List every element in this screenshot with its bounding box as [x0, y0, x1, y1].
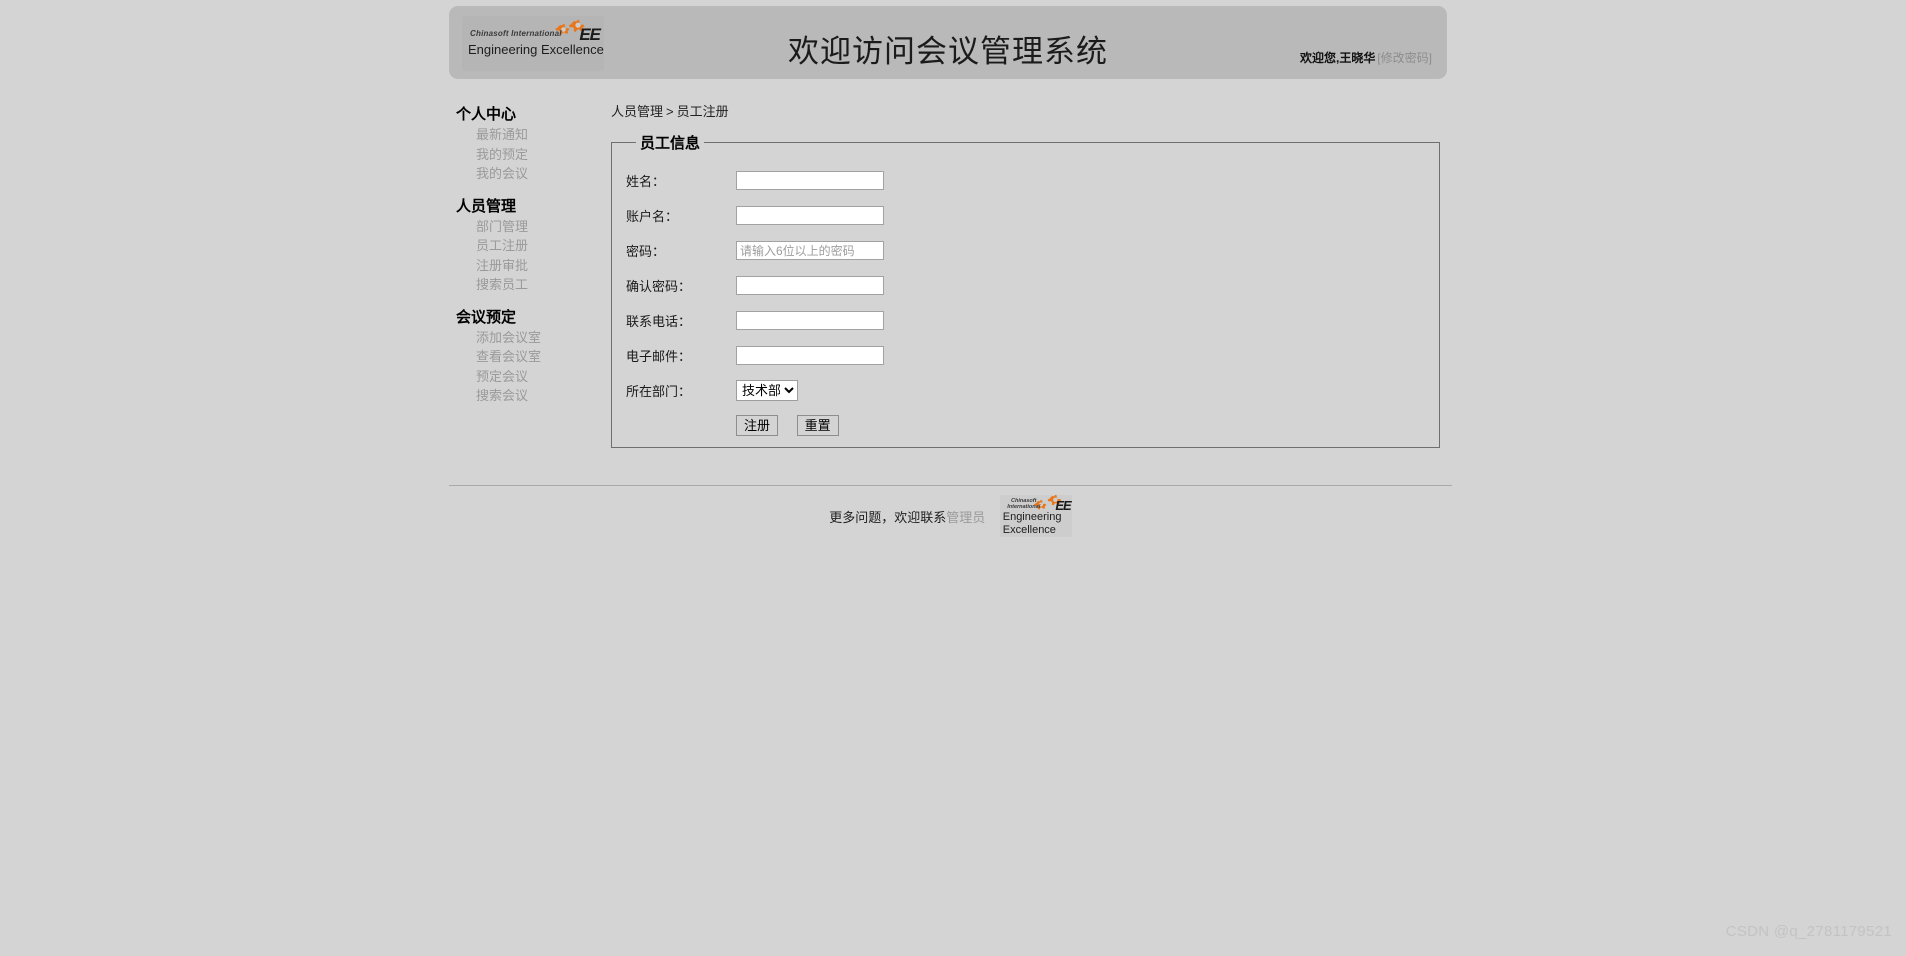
actions-spacer — [626, 408, 736, 443]
nav-group-title: 人员管理 — [456, 197, 517, 215]
sidebar-nav: 个人中心 最新通知 我的预定 我的会议 人员管理 部门管理 员工注册 注册审批 … — [440, 104, 555, 418]
footer-logo-line1: Chinasoft International — [1004, 498, 1044, 510]
csdn-watermark: CSDN @q_2781179521 — [1725, 923, 1892, 940]
sidebar-item-my-meetings[interactable]: 我的会议 — [440, 164, 555, 184]
form-row-account: 账户名： — [626, 198, 1036, 233]
site-header: EE Chinasoft International Engineering E… — [449, 6, 1447, 79]
phone-input[interactable] — [736, 311, 884, 330]
sidebar-item-add-room[interactable]: 添加会议室 — [440, 328, 555, 348]
admin-contact-link[interactable]: 管理员 — [946, 510, 985, 525]
footer-logo-name: Engineering Excellence — [1003, 511, 1062, 536]
nav-group-personnel: 人员管理 部门管理 员工注册 注册审批 搜索员工 — [440, 196, 555, 295]
employee-info-fieldset: 员工信息 姓名： 账户名： 密码： 请输入6位以上的密码 确认密码： 联系电话：… — [611, 132, 1440, 448]
sidebar-item-search-meeting[interactable]: 搜索会议 — [440, 386, 555, 406]
form-row-password: 密码： — [626, 233, 1036, 268]
welcome-user-text: 欢迎您,王晓华 — [1299, 51, 1376, 65]
footer-logo-line1b: International — [1007, 504, 1041, 510]
form-row-department: 所在部门： 技术部 — [626, 373, 1036, 408]
nav-group-title: 个人中心 — [456, 106, 517, 123]
account-label: 账户名： — [626, 209, 679, 224]
footer-logo: EE Chinasoft International Engineering Exc… — [999, 495, 1072, 537]
site-footer: 更多问题，欢迎联系管理员 EE Chinasoft International E… — [449, 495, 1452, 555]
sidebar-item-search-employee[interactable]: 搜索员工 — [440, 275, 555, 295]
confirm-password-input[interactable] — [736, 276, 884, 295]
confirm-password-label: 确认密码： — [626, 279, 692, 294]
change-password-link[interactable]: [修改密码] — [1377, 51, 1432, 65]
sidebar-item-department-manage[interactable]: 部门管理 — [440, 217, 555, 237]
registration-form: 姓名： 账户名： 密码： 请输入6位以上的密码 确认密码： 联系电话： 电子邮件… — [626, 163, 1036, 443]
password-input[interactable] — [736, 241, 884, 260]
email-label: 电子邮件： — [626, 349, 692, 364]
name-input[interactable] — [736, 171, 884, 190]
nav-group-personal: 个人中心 最新通知 我的预定 我的会议 — [440, 104, 555, 184]
breadcrumb-current: 员工注册 — [676, 104, 729, 119]
breadcrumb-parent[interactable]: 人员管理 — [611, 104, 663, 119]
footer-logo-line3: Excellence — [1002, 523, 1056, 536]
nav-group-title: 会议预定 — [456, 308, 517, 326]
email-input[interactable] — [736, 346, 884, 365]
sidebar-item-employee-register[interactable]: 员工注册 — [440, 236, 555, 256]
form-row-phone: 联系电话： — [626, 303, 1036, 338]
department-select[interactable]: 技术部 — [736, 380, 798, 401]
main-content: 人员管理 > 员工注册 员工信息 姓名： 账户名： 密码： 请输入6位以上的密码… — [611, 104, 1441, 448]
breadcrumb-separator: > — [666, 104, 674, 119]
phone-label: 联系电话： — [626, 314, 692, 329]
footer-inner: 更多问题，欢迎联系管理员 EE Chinasoft International E… — [829, 495, 1072, 537]
page-root: EE Chinasoft International Engineering E… — [0, 0, 1906, 956]
sidebar-item-latest-notice[interactable]: 最新通知 — [440, 125, 555, 145]
footer-logo-line2: Engineering — [1002, 511, 1062, 523]
form-row-actions: 注册 重置 — [626, 408, 1036, 443]
welcome-area: 欢迎您,王晓华 [修改密码] — [1300, 49, 1432, 66]
nav-group-meeting: 会议预定 添加会议室 查看会议室 预定会议 搜索会议 — [440, 307, 555, 406]
password-label: 密码： — [626, 244, 666, 259]
form-row-name: 姓名： — [626, 163, 1036, 198]
account-input[interactable] — [736, 206, 884, 225]
form-row-confirm-password: 确认密码： — [626, 268, 1036, 303]
breadcrumb: 人员管理 > 员工注册 — [611, 104, 1441, 120]
sidebar-item-book-meeting[interactable]: 预定会议 — [440, 367, 555, 387]
register-button[interactable]: 注册 — [736, 415, 779, 436]
fieldset-legend: 员工信息 — [640, 135, 701, 152]
page-title: 欢迎访问会议管理系统 — [788, 34, 1108, 69]
footer-text-label: 更多问题，欢迎联系 — [829, 509, 947, 525]
department-label: 所在部门： — [626, 384, 692, 399]
sidebar-item-register-approval[interactable]: 注册审批 — [440, 256, 555, 276]
sidebar-item-my-bookings[interactable]: 我的预定 — [440, 145, 555, 165]
reset-button[interactable]: 重置 — [796, 415, 839, 436]
form-row-email: 电子邮件： — [626, 338, 1036, 373]
name-label: 姓名： — [626, 174, 666, 189]
sidebar-item-view-room[interactable]: 查看会议室 — [440, 347, 555, 367]
footer-divider — [449, 485, 1452, 486]
footer-contact-text: 更多问题，欢迎联系管理员 — [829, 507, 985, 526]
